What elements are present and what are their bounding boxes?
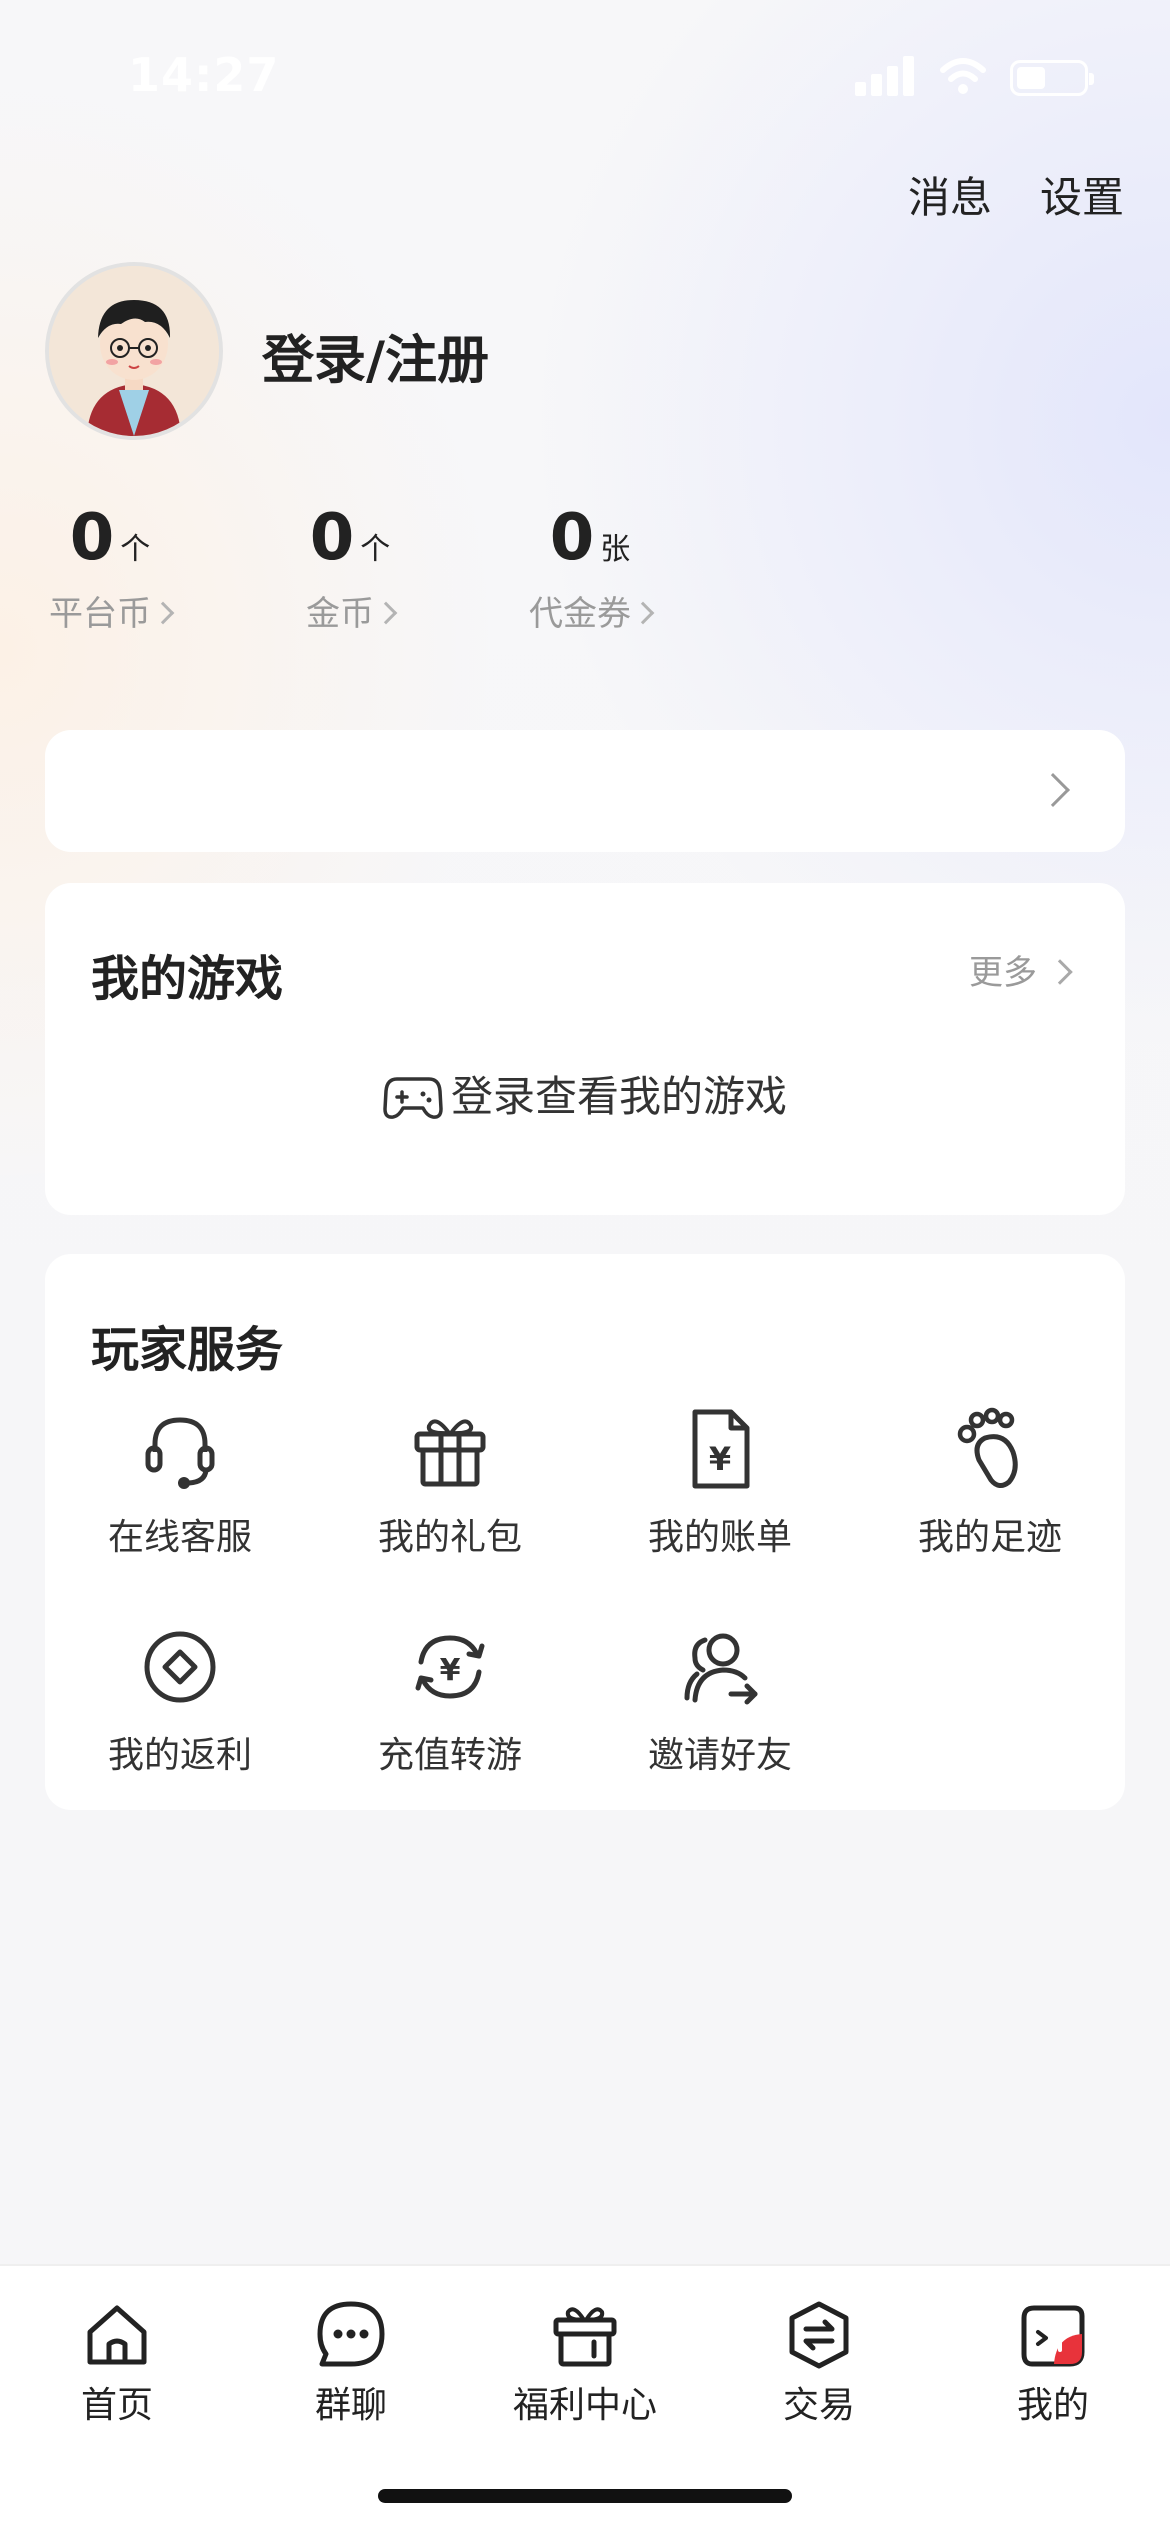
stat-value: 0	[69, 501, 115, 575]
service-my-rebates[interactable]: 我的返利	[45, 1622, 315, 1778]
login-view-games-link[interactable]: 登录查看我的游戏	[45, 1063, 1125, 1124]
stat-unit: 个	[360, 532, 391, 567]
header-actions: 消息 设置	[908, 164, 1124, 225]
avatar[interactable]	[45, 262, 223, 440]
service-label: 邀请好友	[647, 1735, 792, 1776]
tab-mine[interactable]: 我的	[936, 2298, 1170, 2428]
service-label: 我的礼包	[377, 1517, 522, 1558]
tab-label: 首页	[80, 2385, 153, 2426]
headset-icon	[145, 1417, 215, 1489]
more-link[interactable]: 更多	[969, 945, 1073, 994]
bill-icon: ¥	[692, 1409, 750, 1489]
tab-label: 我的	[1016, 2385, 1089, 2426]
status-bar: 14:27	[0, 0, 1170, 150]
login-view-games-label: 登录查看我的游戏	[450, 1072, 787, 1121]
chevron-right-icon	[374, 601, 398, 625]
stat-value: 0	[549, 501, 595, 575]
chevron-right-icon	[1047, 959, 1073, 985]
service-label: 在线客服	[107, 1517, 252, 1558]
login-register-link[interactable]: 登录/注册	[262, 318, 489, 393]
stat-value: 0	[309, 501, 355, 575]
gift-icon	[414, 1419, 486, 1487]
stat-voucher[interactable]: 0张 代金券	[490, 500, 690, 635]
tab-label: 交易	[782, 2385, 855, 2426]
stat-gold-coin[interactable]: 0个 金币	[250, 500, 450, 635]
signal-icon	[855, 56, 917, 96]
footprint-icon	[957, 1407, 1018, 1488]
chevron-right-icon	[151, 601, 175, 625]
tab-trade[interactable]: 交易	[702, 2298, 936, 2428]
svg-text:¥: ¥	[709, 1440, 731, 1478]
service-my-gifts[interactable]: 我的礼包	[315, 1404, 585, 1560]
stat-label: 代金券	[529, 594, 631, 634]
recharge-transfer-icon: ¥	[415, 1635, 485, 1699]
service-my-footprints[interactable]: 我的足迹	[855, 1404, 1125, 1560]
chevron-right-icon	[631, 601, 655, 625]
service-my-bills[interactable]: ¥ 我的账单	[585, 1404, 855, 1560]
chevron-right-icon	[1036, 773, 1070, 807]
home-indicator	[378, 2489, 792, 2503]
invite-friend-icon	[684, 1633, 758, 1705]
service-label: 我的足迹	[917, 1517, 1062, 1558]
my-games-title: 我的游戏	[91, 951, 284, 1007]
stat-unit: 张	[600, 532, 631, 567]
player-services-title: 玩家服务	[91, 1322, 284, 1378]
tab-label: 群聊	[314, 2385, 387, 2426]
battery-icon	[1010, 60, 1094, 96]
stat-label: 平台币	[49, 594, 151, 634]
profile-icon	[1021, 2305, 1085, 2367]
avatar-illustration	[49, 266, 219, 436]
tab-welfare-center[interactable]: 福利中心	[468, 2298, 702, 2428]
tab-label: 福利中心	[512, 2385, 657, 2426]
player-services-card: 玩家服务 在线客服 我的礼包 ¥ 我的账单 我的足迹 我的返利 ¥ 充值转游 邀…	[45, 1254, 1125, 1810]
settings-link[interactable]: 设置	[1040, 164, 1124, 225]
tab-home[interactable]: 首页	[0, 2298, 234, 2428]
trade-icon	[789, 2301, 849, 2369]
home-icon	[87, 2305, 147, 2365]
service-label: 充值转游	[377, 1735, 522, 1776]
stat-platform-coin[interactable]: 0个 平台币	[10, 500, 210, 635]
status-time: 14:27	[128, 48, 280, 102]
service-label: 我的账单	[647, 1517, 792, 1558]
service-label: 我的返利	[107, 1735, 252, 1776]
wifi-icon	[940, 58, 986, 94]
my-games-card: 我的游戏 更多 登录查看我的游戏	[45, 883, 1125, 1215]
svg-text:¥: ¥	[440, 1653, 461, 1688]
gift-box-icon	[553, 2307, 617, 2367]
chat-icon	[317, 2301, 385, 2367]
stat-label: 金币	[306, 594, 374, 634]
tab-group-chat[interactable]: 群聊	[234, 2298, 468, 2428]
gamepad-icon	[383, 1077, 443, 1119]
rebate-icon	[144, 1631, 216, 1703]
stat-unit: 个	[120, 532, 151, 567]
service-recharge-transfer[interactable]: ¥ 充值转游	[315, 1622, 585, 1778]
service-invite-friends[interactable]: 邀请好友	[585, 1622, 855, 1778]
wallet-stats: 0个 平台币 0个 金币 0张 代金券	[0, 500, 1170, 640]
service-online-support[interactable]: 在线客服	[45, 1404, 315, 1560]
more-label: 更多	[969, 953, 1037, 993]
messages-link[interactable]: 消息	[908, 164, 992, 225]
banner-card[interactable]	[45, 730, 1125, 852]
